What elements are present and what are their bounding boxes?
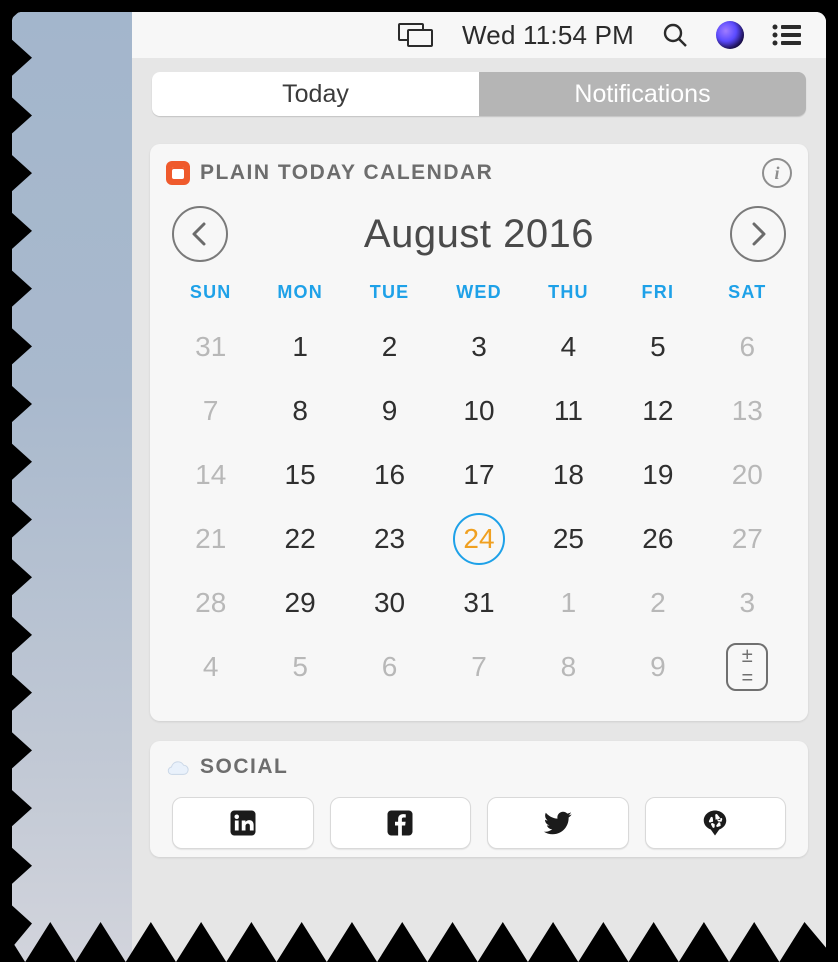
- calendar-day[interactable]: 31: [434, 573, 523, 633]
- calendar-day[interactable]: 26: [613, 509, 702, 569]
- calendar-day[interactable]: 8: [255, 381, 344, 441]
- calendar-day[interactable]: 21: [166, 509, 255, 569]
- calendar-day[interactable]: 19: [613, 445, 702, 505]
- calendar-day[interactable]: 24: [434, 509, 523, 569]
- social-widget: SOCIAL: [150, 741, 808, 857]
- calendar-day[interactable]: 8: [524, 637, 613, 697]
- next-month-button[interactable]: [730, 206, 786, 262]
- calendar-day[interactable]: 11: [524, 381, 613, 441]
- dow-label: WED: [434, 282, 523, 303]
- notification-center-icon[interactable]: [772, 23, 802, 47]
- calendar-day[interactable]: 18: [524, 445, 613, 505]
- previous-month-button[interactable]: [172, 206, 228, 262]
- cloud-icon: [166, 755, 190, 779]
- calendar-day[interactable]: 15: [255, 445, 344, 505]
- today-notifications-segmented-control: Today Notifications: [152, 72, 806, 116]
- toggle-events-button[interactable]: ±=: [726, 643, 768, 691]
- calendar-day[interactable]: 7: [434, 637, 523, 697]
- social-facebook-button[interactable]: [330, 797, 472, 849]
- calendar-day[interactable]: 12: [613, 381, 702, 441]
- calendar-day[interactable]: 13: [703, 381, 792, 441]
- plain-today-calendar-widget: PLAIN TODAY CALENDAR i August 2016 SUNMO…: [150, 144, 808, 721]
- social-twitter-button[interactable]: [487, 797, 629, 849]
- calendar-day[interactable]: 17: [434, 445, 523, 505]
- calendar-day[interactable]: 1: [524, 573, 613, 633]
- calendar-day[interactable]: 28: [166, 573, 255, 633]
- social-linkedin-button[interactable]: [172, 797, 314, 849]
- calendar-grid: 3112345678910111213141516171819202122232…: [166, 317, 792, 697]
- calendar-day[interactable]: 30: [345, 573, 434, 633]
- dow-label: MON: [255, 282, 344, 303]
- calendar-day[interactable]: 4: [166, 637, 255, 697]
- social-yelp-button[interactable]: [645, 797, 787, 849]
- calendar-day[interactable]: 31: [166, 317, 255, 377]
- social-widget-title: SOCIAL: [200, 755, 288, 779]
- calendar-day[interactable]: 20: [703, 445, 792, 505]
- calendar-day[interactable]: 3: [434, 317, 523, 377]
- tab-today[interactable]: Today: [152, 72, 479, 116]
- calendar-day[interactable]: 6: [345, 637, 434, 697]
- calendar-day[interactable]: 2: [345, 317, 434, 377]
- menubar-datetime[interactable]: Wed 11:54 PM: [462, 20, 634, 51]
- siri-icon[interactable]: [716, 21, 744, 49]
- dow-label: THU: [524, 282, 613, 303]
- calendar-day[interactable]: 5: [613, 317, 702, 377]
- day-of-week-header: SUNMONTUEWEDTHUFRISAT: [166, 282, 792, 303]
- dow-label: TUE: [345, 282, 434, 303]
- calendar-day[interactable]: 25: [524, 509, 613, 569]
- tab-notifications[interactable]: Notifications: [479, 72, 806, 116]
- calendar-cell: ±=: [703, 637, 792, 697]
- calendar-day[interactable]: 6: [703, 317, 792, 377]
- spotlight-search-icon[interactable]: [662, 22, 688, 48]
- calendar-day[interactable]: 14: [166, 445, 255, 505]
- calendar-day[interactable]: 16: [345, 445, 434, 505]
- dow-label: FRI: [613, 282, 702, 303]
- calendar-day[interactable]: 29: [255, 573, 344, 633]
- calendar-day[interactable]: 5: [255, 637, 344, 697]
- calendar-day[interactable]: 27: [703, 509, 792, 569]
- menubar: Wed 11:54 PM: [132, 12, 826, 58]
- calendar-day[interactable]: 23: [345, 509, 434, 569]
- dow-label: SAT: [703, 282, 792, 303]
- plain-today-app-icon: [166, 161, 190, 185]
- calendar-day[interactable]: 10: [434, 381, 523, 441]
- calendar-day[interactable]: 22: [255, 509, 344, 569]
- widget-info-button[interactable]: i: [762, 158, 792, 188]
- calendar-day[interactable]: 4: [524, 317, 613, 377]
- month-year-label: August 2016: [364, 212, 594, 257]
- calendar-day[interactable]: 3: [703, 573, 792, 633]
- dow-label: SUN: [166, 282, 255, 303]
- calendar-day[interactable]: 9: [345, 381, 434, 441]
- calendar-day[interactable]: 9: [613, 637, 702, 697]
- desktop-wallpaper: [12, 12, 132, 962]
- calendar-day[interactable]: 2: [613, 573, 702, 633]
- calendar-day[interactable]: 7: [166, 381, 255, 441]
- screen-mirroring-icon[interactable]: [398, 21, 434, 49]
- calendar-day[interactable]: 1: [255, 317, 344, 377]
- calendar-widget-title: PLAIN TODAY CALENDAR: [200, 161, 493, 185]
- notification-center-panel: Wed 11:54 PM Today Notifications: [132, 12, 826, 962]
